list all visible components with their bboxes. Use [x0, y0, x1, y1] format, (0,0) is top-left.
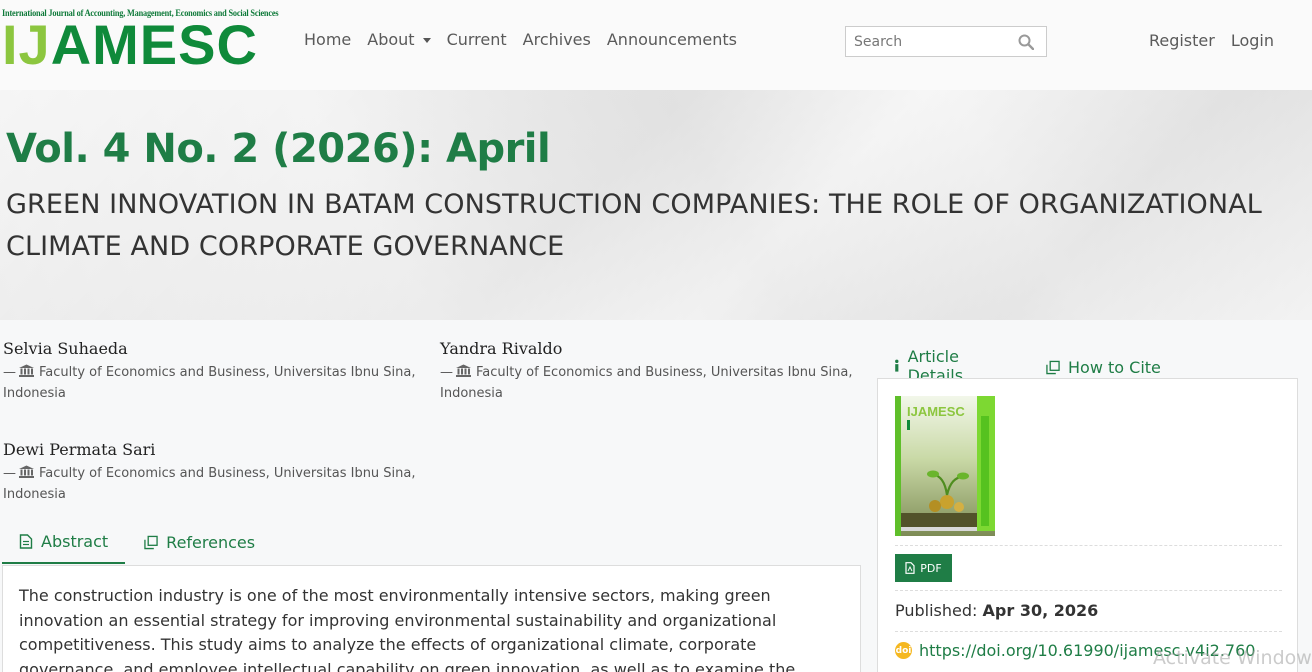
institution-icon [19, 465, 34, 478]
tab-abstract[interactable]: Abstract [2, 523, 126, 564]
tab-references[interactable]: References [125, 523, 272, 564]
article-details-panel: IJAMESC PDF Published: Apr 30, 2026 doi … [877, 378, 1298, 672]
nav-announcements[interactable]: Announcements [607, 30, 737, 49]
search-box [845, 26, 1047, 57]
main-nav: Home About Current Archives Announcement… [304, 30, 737, 49]
author-affiliation: — Faculty of Economics and Business, Univ… [3, 465, 416, 502]
divider [895, 545, 1282, 546]
login-link[interactable]: Login [1231, 31, 1274, 50]
issue-banner: Vol. 4 No. 2 (2026): April GREEN INNOVAT… [0, 90, 1312, 320]
content-tabs: Abstract References [2, 523, 272, 564]
windows-activation-watermark: Activate Windows [1153, 647, 1312, 669]
document-icon [19, 534, 33, 549]
author-affiliation: — Faculty of Economics and Business, Univ… [440, 364, 853, 401]
site-header: International Journal of Accounting, Man… [0, 0, 1312, 90]
logo-wordmark: IJAMESC [2, 13, 258, 76]
issue-title[interactable]: Vol. 4 No. 2 (2026): April [6, 126, 551, 172]
info-icon [895, 359, 899, 372]
nav-home[interactable]: Home [304, 30, 351, 49]
author-name: Yandra Rivaldo [440, 339, 563, 358]
nav-current[interactable]: Current [447, 30, 507, 49]
author-block: Yandra Rivaldo — Faculty of Economics and… [440, 339, 865, 404]
author-affiliation: — Faculty of Economics and Business, Univ… [3, 364, 416, 401]
user-nav: Register Login [1149, 31, 1274, 50]
author-block: Dewi Permata Sari — Faculty of Economics … [3, 440, 428, 505]
caret-down-icon [422, 38, 431, 43]
divider [895, 631, 1282, 632]
abstract-text: The construction industry is one of the … [19, 586, 796, 672]
register-link[interactable]: Register [1149, 31, 1215, 50]
author-block: Selvia Suhaeda — Faculty of Economics and… [3, 339, 428, 404]
abstract-panel: The construction industry is one of the … [2, 565, 861, 672]
logo-tagline: International Journal of Accounting, Man… [2, 8, 279, 18]
institution-icon [19, 364, 34, 377]
author-name: Dewi Permata Sari [3, 440, 156, 459]
pdf-download-button[interactable]: PDF [895, 554, 952, 582]
nav-about[interactable]: About [367, 30, 431, 49]
file-pdf-icon [905, 562, 915, 574]
published-date: Published: Apr 30, 2026 [895, 601, 1099, 620]
issue-cover-image[interactable]: IJAMESC [895, 396, 995, 536]
copy-icon [1046, 360, 1060, 374]
author-name: Selvia Suhaeda [3, 339, 128, 358]
search-input[interactable] [846, 27, 1006, 56]
article-title: GREEN INNOVATION IN BATAM CONSTRUCTION C… [6, 189, 1262, 262]
copy-icon [144, 535, 158, 550]
svg-text:IJAMESC: IJAMESC [907, 404, 965, 419]
divider [895, 590, 1282, 591]
nav-archives[interactable]: Archives [523, 30, 591, 49]
search-icon[interactable] [1018, 34, 1034, 50]
institution-icon [456, 364, 471, 377]
journal-logo[interactable]: International Journal of Accounting, Man… [2, 8, 284, 78]
doi-icon: doi [895, 642, 912, 659]
